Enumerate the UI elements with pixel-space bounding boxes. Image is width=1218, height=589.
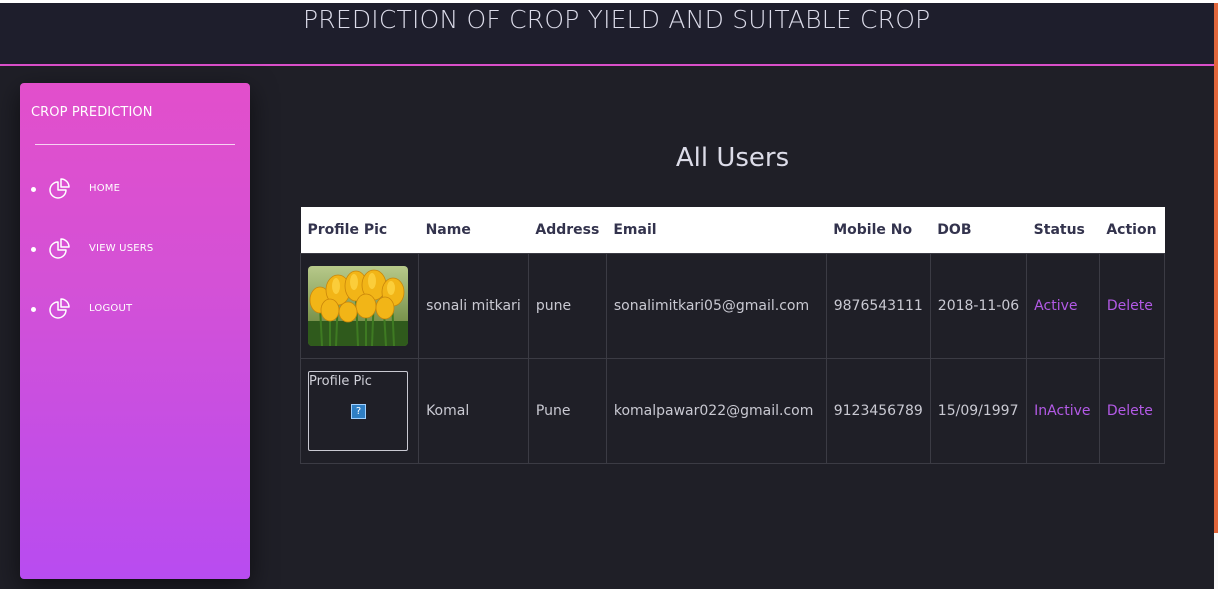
action-cell: Delete <box>1098 357 1166 464</box>
users-table: Profile Pic Name Address Email Mobile No… <box>299 207 1166 464</box>
status-link[interactable]: Active <box>1034 298 1077 314</box>
column-header: Name <box>418 207 529 253</box>
bullet-dot <box>31 247 36 252</box>
sidebar-item-label: HOME <box>89 183 121 194</box>
pie-chart-icon <box>49 298 70 319</box>
sidebar-item-logout[interactable]: LOGOUT <box>20 297 250 357</box>
right-edge-scroll <box>1214 533 1218 589</box>
mobile-cell: 9123456789 <box>825 357 931 464</box>
address-cell: pune <box>527 252 607 359</box>
table-row: Profile Pic ? Komal Pune komalpawar022@g… <box>299 357 1166 464</box>
email-cell: sonalimitkari05@gmail.com <box>605 252 827 359</box>
status-cell: Active <box>1026 252 1100 359</box>
pie-chart-icon <box>49 178 70 199</box>
column-header: Mobile No <box>826 207 931 253</box>
page: PREDICTION OF CROP YIELD AND SUITABLE CR… <box>0 0 1218 589</box>
name-cell: Komal <box>418 357 529 464</box>
sidebar-divider <box>35 144 235 145</box>
action-cell: Delete <box>1098 252 1166 359</box>
email-cell: komalpawar022@gmail.com <box>605 357 827 464</box>
pie-chart-icon <box>49 238 70 259</box>
sidebar-item-home[interactable]: HOME <box>20 177 250 237</box>
sidebar: CROP PREDICTION HOME VIEW USERS LOGOUT <box>20 83 250 579</box>
column-header: Address <box>528 207 607 253</box>
column-header: Status <box>1026 207 1100 253</box>
mobile-cell: 9876543111 <box>825 252 931 359</box>
column-header: DOB <box>930 207 1027 253</box>
sidebar-item-label: LOGOUT <box>89 303 133 314</box>
column-header: Profile Pic <box>300 207 419 253</box>
table-row: sonali mitkari pune sonalimitkari05@gmai… <box>299 252 1166 359</box>
sidebar-item-label: VIEW USERS <box>89 243 154 254</box>
name-cell: sonali mitkari <box>418 252 529 359</box>
sidebar-item-view-users[interactable]: VIEW USERS <box>20 237 250 297</box>
header: PREDICTION OF CROP YIELD AND SUITABLE CR… <box>0 3 1214 66</box>
dob-cell: 15/09/1997 <box>929 357 1028 464</box>
profile-pic-cell <box>299 252 420 359</box>
sidebar-brand[interactable]: CROP PREDICTION <box>31 105 153 120</box>
section-heading: All Users <box>675 143 790 173</box>
broken-image-icon: ? <box>351 403 366 419</box>
delete-link[interactable]: Delete <box>1107 403 1153 419</box>
page-title: PREDICTION OF CROP YIELD AND SUITABLE CR… <box>303 5 931 34</box>
column-header: Email <box>606 207 827 253</box>
right-edge-bar <box>1214 3 1218 533</box>
status-link[interactable]: InActive <box>1034 403 1090 419</box>
profile-pic-cell: Profile Pic ? <box>299 357 420 464</box>
dob-cell: 2018-11-06 <box>929 252 1028 359</box>
bullet-dot <box>31 187 36 192</box>
table-header-row: Profile Pic Name Address Email Mobile No… <box>300 207 1165 253</box>
bullet-dot <box>31 307 36 312</box>
column-header: Action <box>1099 207 1165 253</box>
status-cell: InActive <box>1026 357 1100 464</box>
delete-link[interactable]: Delete <box>1107 298 1153 314</box>
address-cell: Pune <box>527 357 607 464</box>
image-alt-text: Profile Pic <box>309 373 372 389</box>
profile-picture-tulips <box>308 265 408 346</box>
sidebar-nav: HOME VIEW USERS LOGOUT <box>20 177 250 357</box>
broken-image: Profile Pic ? <box>308 370 408 451</box>
